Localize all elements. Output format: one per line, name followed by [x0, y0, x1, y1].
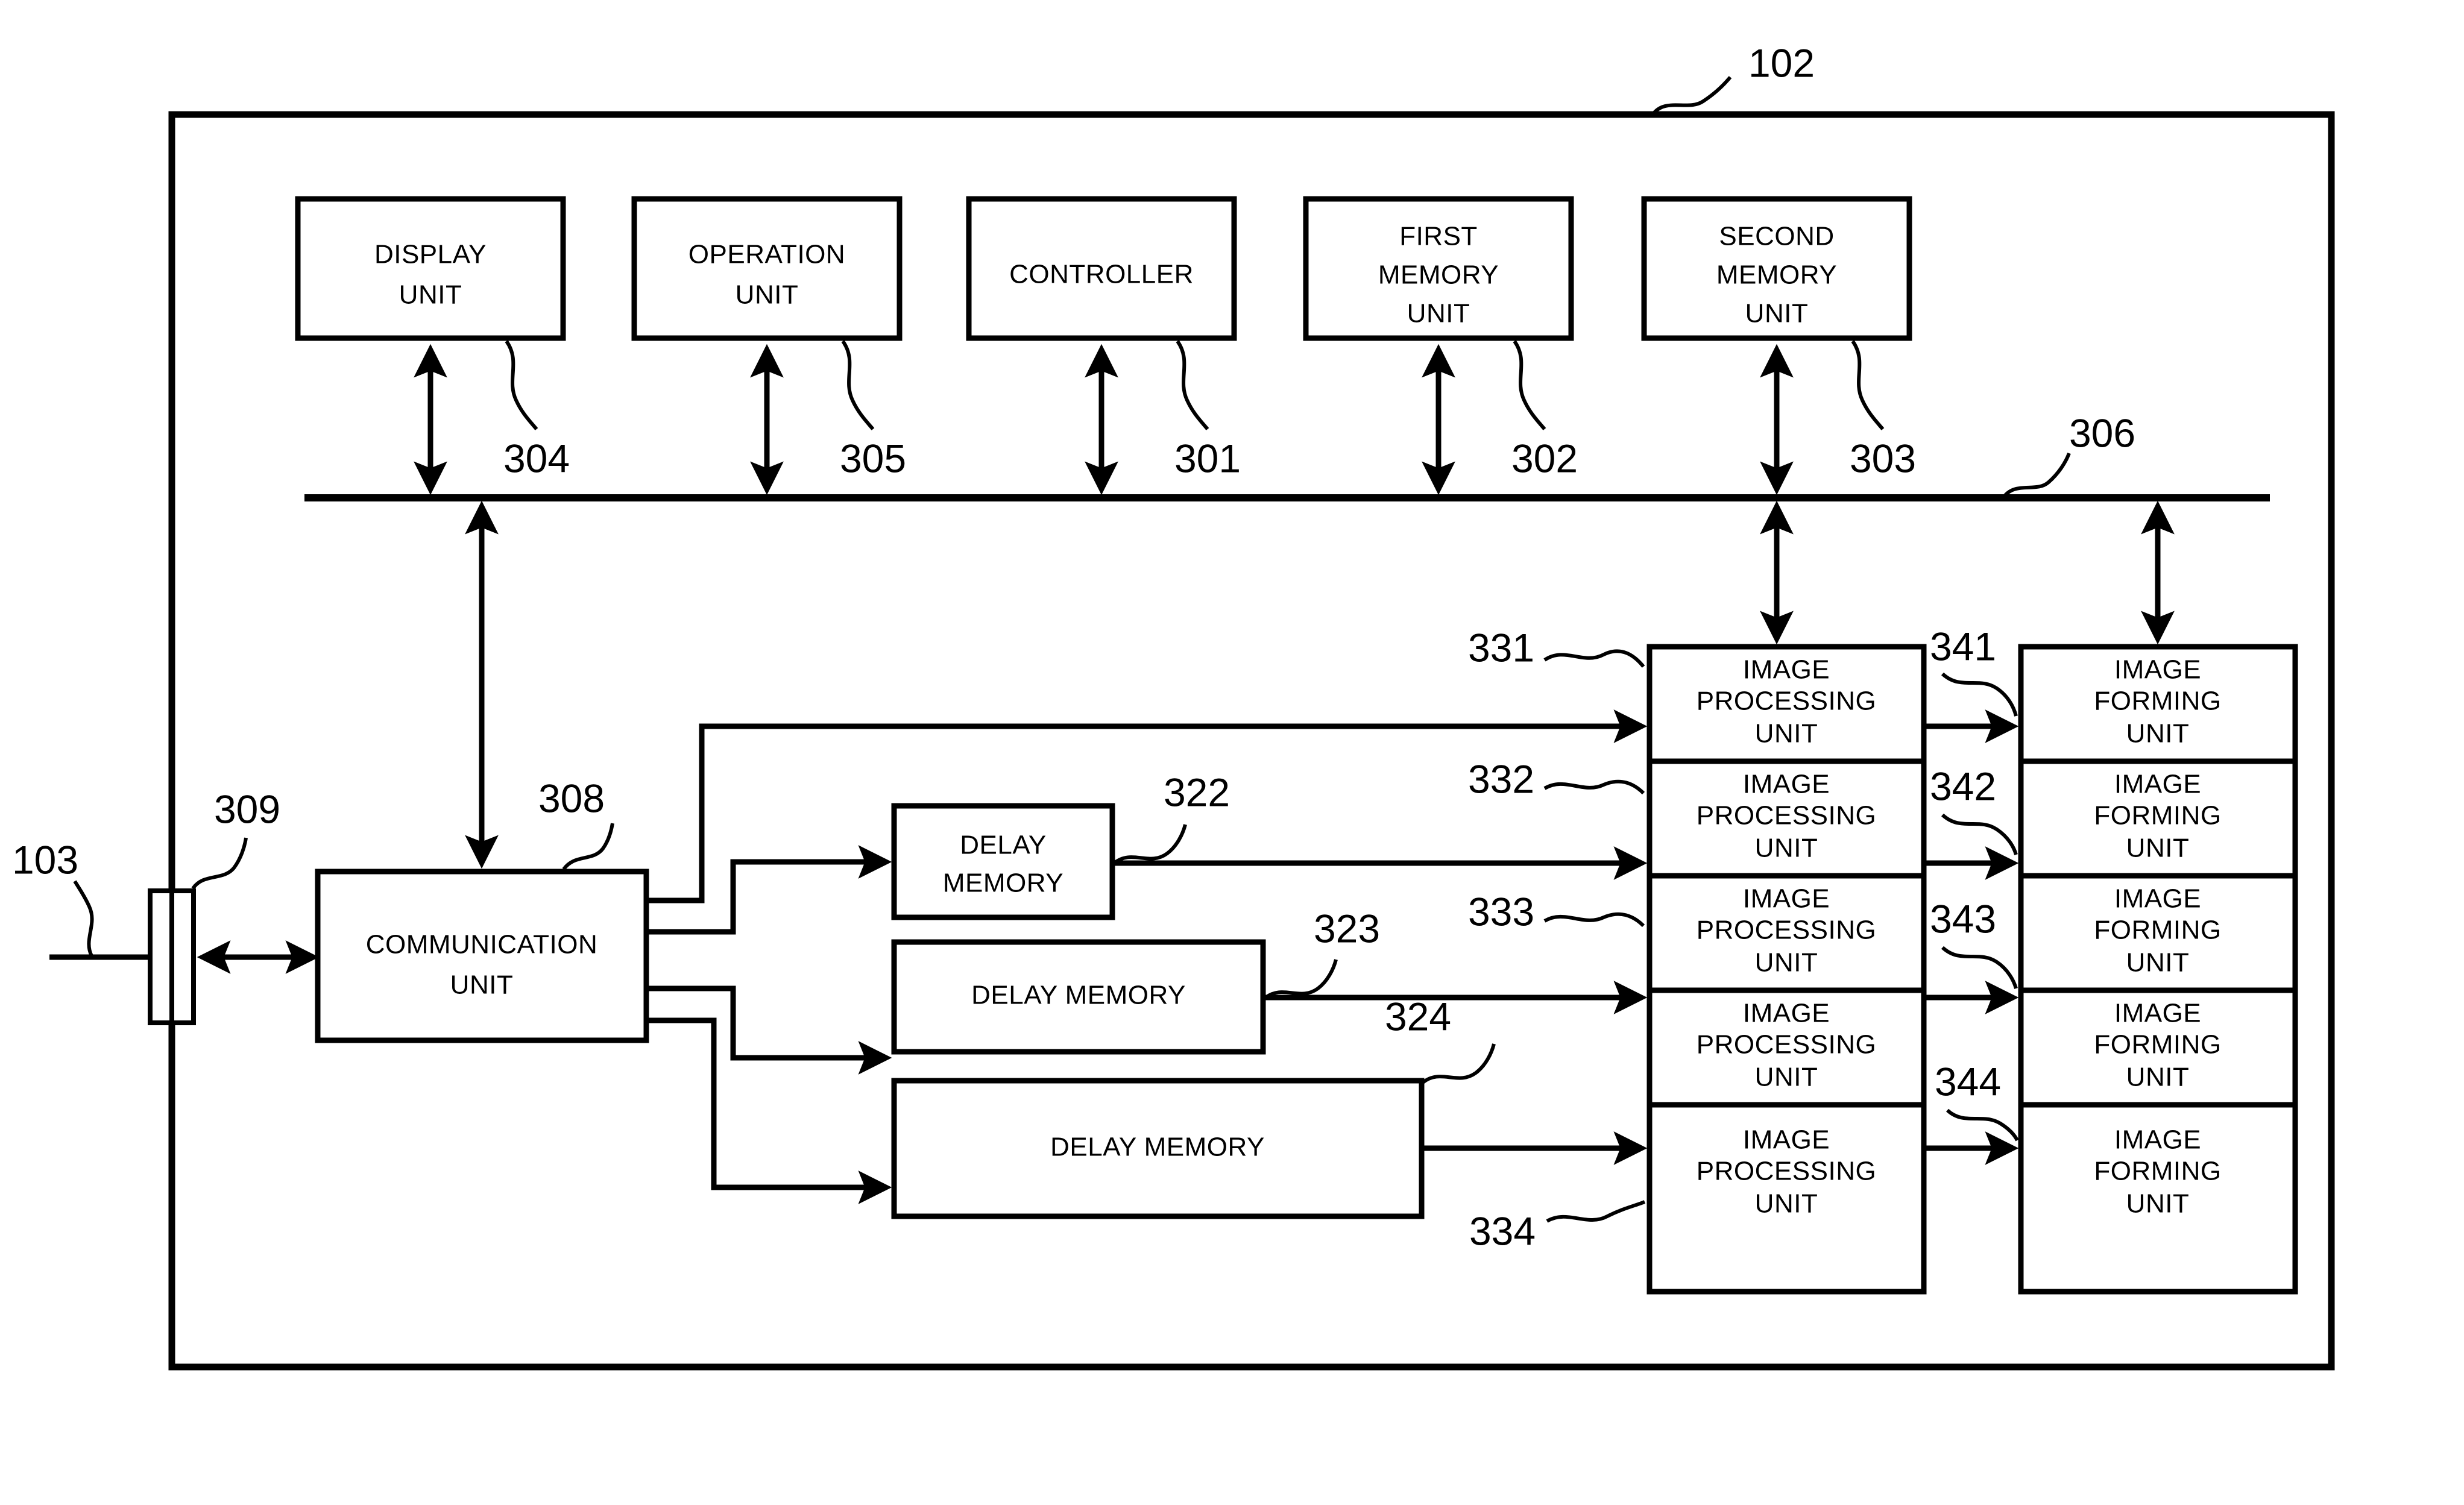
ref-331: 331 [1468, 625, 1534, 670]
operation-unit-label-line1: OPERATION [688, 240, 845, 269]
image-forming-unit-344-label-line2: FORMING [2094, 1030, 2221, 1060]
image-processing-unit-332-label-line2: PROCESSING [1697, 801, 1876, 831]
ref-344: 344 [1935, 1059, 2001, 1104]
image-forming-unit-341-label-line2: FORMING [2094, 687, 2221, 716]
image-forming-unit-344-label-line1: IMAGE [2114, 999, 2201, 1028]
ref-lead-102 [1650, 76, 1732, 117]
ref-309: 309 [214, 787, 280, 831]
ref-306: 306 [2069, 410, 2135, 455]
first-memory-unit-label-line3: UNIT [1407, 299, 1470, 328]
ref-304: 304 [503, 436, 570, 480]
ref-322: 322 [1164, 770, 1230, 814]
first-memory-unit-label-line2: MEMORY [1378, 260, 1499, 290]
first-memory-unit-label-line1: FIRST [1399, 222, 1478, 251]
delay-memory-323-label: DELAY MEMORY [971, 981, 1186, 1010]
image-forming-unit-341-label-line1: IMAGE [2114, 655, 2201, 685]
ref-301: 301 [1174, 436, 1241, 480]
image-forming-unit-344-lower-line1: IMAGE [2114, 1125, 2201, 1155]
delay-memory-322-box[interactable] [891, 803, 1115, 920]
image-processing-unit-334-label-line2: PROCESSING [1697, 1030, 1876, 1060]
ref-305: 305 [840, 436, 906, 480]
controller-label: CONTROLLER [1009, 260, 1194, 289]
image-processing-unit-334-lower-line2: PROCESSING [1697, 1157, 1876, 1186]
ref-103: 103 [12, 837, 78, 882]
image-processing-unit-334-lower-line3: UNIT [1755, 1189, 1818, 1219]
ref-333: 333 [1468, 889, 1534, 934]
ref-308: 308 [538, 776, 605, 820]
image-forming-unit-343-label-line1: IMAGE [2114, 884, 2201, 914]
connector-309-left[interactable] [148, 888, 174, 1025]
delay-memory-324-label: DELAY MEMORY [1050, 1133, 1265, 1162]
image-processing-unit-334-label-line1: IMAGE [1743, 999, 1830, 1028]
image-processing-unit-332-label-line3: UNIT [1755, 834, 1818, 863]
display-unit-label-line1: DISPLAY [374, 240, 487, 269]
delay-memory-322-label-line1: DELAY [960, 831, 1047, 860]
ref-303: 303 [1850, 436, 1916, 480]
second-memory-unit-label-line2: MEMORY [1716, 260, 1837, 290]
image-processing-unit-331-label-line2: PROCESSING [1697, 687, 1876, 716]
image-processing-unit-332-label-line1: IMAGE [1743, 770, 1830, 799]
image-forming-unit-344-label-line3: UNIT [2126, 1063, 2190, 1092]
connector-309-right[interactable] [169, 888, 196, 1025]
ref-343: 343 [1930, 896, 1996, 941]
image-forming-unit-341-label-line3: UNIT [2126, 719, 2190, 749]
figure-canvas: 102 DISPLAY UNIT OPERATION UNIT CONTROLL… [0, 0, 2464, 1505]
image-processing-unit-331-label-line1: IMAGE [1743, 655, 1830, 685]
ref-332: 332 [1468, 756, 1534, 801]
second-memory-unit-label-line1: SECOND [1719, 222, 1834, 251]
image-processing-unit-333-label-line3: UNIT [1755, 948, 1818, 978]
ref-334: 334 [1469, 1208, 1536, 1253]
image-forming-unit-343-label-line3: UNIT [2126, 948, 2190, 978]
image-processing-unit-333-label-line1: IMAGE [1743, 884, 1830, 914]
image-processing-unit-334-lower-line1: IMAGE [1743, 1125, 1830, 1155]
ref-lead-103 [73, 880, 94, 957]
operation-unit-label-line2: UNIT [736, 280, 799, 310]
second-memory-unit-label-line3: UNIT [1745, 299, 1809, 328]
image-forming-unit-344-lower-line3: UNIT [2126, 1189, 2190, 1219]
image-processing-unit-331-label-line3: UNIT [1755, 719, 1818, 749]
image-forming-unit-343-label-line2: FORMING [2094, 916, 2221, 945]
communication-unit-label-line2: UNIT [450, 970, 514, 1000]
ref-302: 302 [1511, 436, 1578, 480]
ref-323: 323 [1314, 906, 1380, 950]
image-forming-unit-342-label-line2: FORMING [2094, 801, 2221, 831]
image-forming-unit-342-label-line3: UNIT [2126, 834, 2190, 863]
display-unit-label-line2: UNIT [399, 280, 462, 310]
communication-unit-label-line1: COMMUNICATION [366, 930, 598, 960]
ref-324: 324 [1385, 994, 1451, 1038]
ref-342: 342 [1930, 764, 1996, 808]
image-processing-unit-333-label-line2: PROCESSING [1697, 916, 1876, 945]
image-processing-unit-334-label-line3: UNIT [1755, 1063, 1818, 1092]
delay-memory-322-label-line2: MEMORY [943, 869, 1063, 898]
ref-102: 102 [1748, 40, 1815, 85]
image-forming-unit-344-lower-line2: FORMING [2094, 1157, 2221, 1186]
ref-341: 341 [1930, 624, 1996, 668]
image-forming-unit-342-label-line1: IMAGE [2114, 770, 2201, 799]
